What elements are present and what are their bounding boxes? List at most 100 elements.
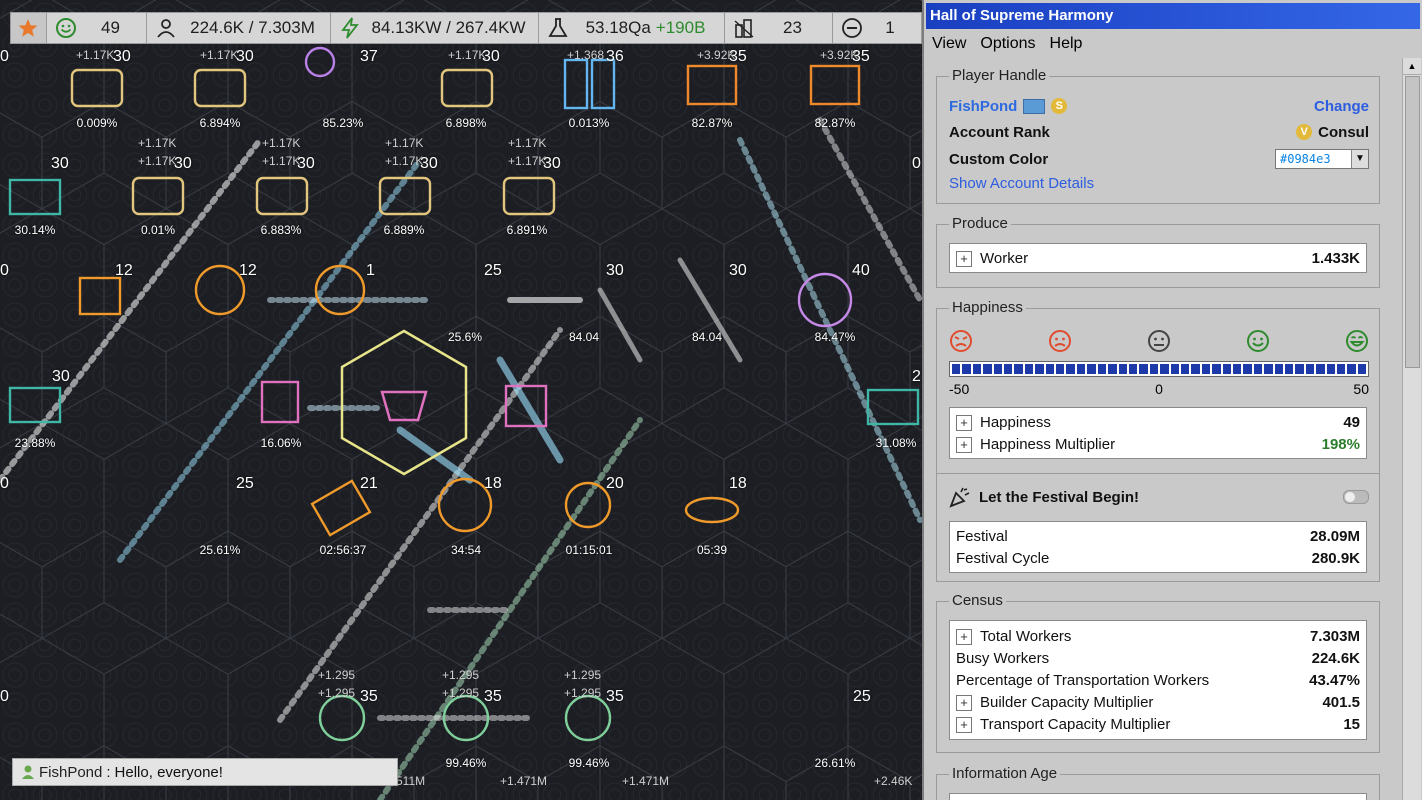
menu-bar: View Options Help bbox=[924, 31, 1422, 57]
tile-level: 30 bbox=[52, 368, 70, 385]
scroll-up-icon[interactable]: ▲ bbox=[1403, 58, 1421, 75]
income-label: 511M bbox=[396, 774, 426, 788]
tile-level: 35 bbox=[606, 688, 624, 705]
happiness-bar-segment bbox=[983, 364, 992, 374]
census-value: 15 bbox=[1343, 715, 1360, 733]
census-value: 401.5 bbox=[1322, 693, 1360, 711]
tile-level: 37 bbox=[360, 48, 378, 65]
festival-value: 28.09M bbox=[1309, 527, 1360, 545]
scale-max: 50 bbox=[1353, 381, 1369, 397]
menu-view[interactable]: View bbox=[932, 35, 966, 53]
information-age-section: Information Age bbox=[936, 765, 1380, 800]
expand-button[interactable]: + bbox=[956, 716, 972, 733]
vertical-scrollbar[interactable]: ▲ bbox=[1402, 58, 1421, 800]
tile-value: 16.06% bbox=[260, 436, 302, 450]
buildings-stat[interactable]: 23 bbox=[725, 13, 833, 43]
income-label: +1.17K bbox=[385, 154, 424, 168]
section-title: Happiness bbox=[949, 299, 1026, 316]
income-label: +1.17K bbox=[385, 136, 424, 150]
minus-stat[interactable]: 1 bbox=[833, 13, 919, 43]
tile-value: 26.61% bbox=[814, 756, 856, 770]
income-label: +1.17K bbox=[262, 154, 301, 168]
festival-toggle[interactable] bbox=[1343, 490, 1369, 504]
happiness-bar-segment bbox=[1264, 364, 1273, 374]
player-name[interactable]: FishPond bbox=[949, 98, 1017, 115]
happy-face-icon bbox=[1346, 330, 1368, 352]
happiness-bar-segment bbox=[1180, 364, 1190, 374]
window-content: Player Handle FishPond S Change Account … bbox=[924, 58, 1402, 800]
list-item: + Happiness Multiplier 198% bbox=[956, 433, 1360, 455]
festival-cycle-label: Festival Cycle bbox=[956, 549, 1050, 567]
tile-level: 35 bbox=[484, 688, 502, 705]
happiness-stat[interactable]: 49 bbox=[47, 13, 147, 43]
tile-value: 23.88% bbox=[14, 436, 56, 450]
tile-level: 18 bbox=[484, 475, 502, 492]
window-title[interactable]: Hall of Supreme Harmony bbox=[926, 3, 1420, 29]
scroll-thumb[interactable] bbox=[1405, 76, 1420, 368]
tile-value: 85.23% bbox=[322, 116, 364, 130]
rank-badge-icon: V bbox=[1296, 124, 1313, 140]
information-age-list bbox=[949, 793, 1367, 800]
happiness-list: + Happiness 49 + Happiness Multiplier 198% bbox=[949, 407, 1367, 459]
chat-message[interactable]: FishPond: Hello, everyone! bbox=[12, 758, 398, 786]
favorite-star-button[interactable] bbox=[11, 13, 47, 43]
tile-level: 0 bbox=[0, 262, 9, 279]
tile-value: 99.46% bbox=[445, 756, 487, 770]
chat-username[interactable]: FishPond bbox=[39, 764, 102, 781]
happiness-bar-segment bbox=[1097, 364, 1107, 374]
expand-button[interactable]: + bbox=[956, 414, 972, 431]
expand-button[interactable]: + bbox=[956, 250, 972, 267]
tile-level: 30 bbox=[606, 262, 624, 279]
supporter-badge-icon: S bbox=[1051, 98, 1068, 114]
custom-color-select[interactable]: #0984e3 ▼ bbox=[1275, 149, 1369, 169]
power-stat[interactable]: 84.13KW / 267.4KW bbox=[331, 13, 539, 43]
population-value: 224.6K / 7.303M bbox=[190, 18, 315, 37]
tile-value: 0.013% bbox=[568, 116, 610, 130]
population-stat[interactable]: 224.6K / 7.303M bbox=[147, 13, 331, 43]
happiness-bar-segment bbox=[1347, 364, 1356, 374]
account-rank-label: Account Rank bbox=[949, 123, 1050, 141]
tile-level: 35 bbox=[729, 48, 747, 65]
income-label: +1.17K bbox=[262, 136, 301, 150]
change-handle-link[interactable]: Change bbox=[1314, 98, 1369, 115]
income-label: +1.17K bbox=[76, 48, 115, 62]
sad-face-icon bbox=[1049, 330, 1071, 352]
income-label: +1.295 bbox=[318, 686, 356, 700]
tile-level: 30 bbox=[482, 48, 500, 65]
expand-button[interactable]: + bbox=[956, 436, 972, 453]
show-account-details-link[interactable]: Show Account Details bbox=[949, 175, 1094, 192]
happiness-bar-segment bbox=[1285, 364, 1294, 374]
income-label: +1.295 bbox=[564, 686, 602, 700]
happiness-bar-segment bbox=[993, 364, 1003, 374]
tile-level: 30 bbox=[729, 262, 747, 279]
section-title: Player Handle bbox=[949, 67, 1050, 84]
custom-color-value: #0984e3 bbox=[1280, 152, 1331, 166]
census-label: Transport Capacity Multiplier bbox=[980, 715, 1171, 733]
happiness-bar-segment bbox=[1014, 364, 1023, 374]
list-item: + Worker 1.433K bbox=[956, 247, 1360, 269]
expand-button[interactable]: + bbox=[956, 628, 972, 645]
income-label: +1.17K bbox=[508, 136, 547, 150]
happiness-bar-segment bbox=[1024, 364, 1034, 374]
expand-button[interactable]: + bbox=[956, 694, 972, 711]
tile-level: 30 bbox=[543, 155, 561, 172]
buildings-value: 23 bbox=[783, 18, 802, 37]
happiness-bar-segment bbox=[1337, 364, 1346, 374]
building-chart-icon bbox=[733, 17, 755, 39]
happiness-bar-segment bbox=[1035, 364, 1044, 374]
menu-help[interactable]: Help bbox=[1050, 35, 1083, 53]
happiness-bar-segment bbox=[1357, 364, 1367, 374]
list-item: + Happiness 49 bbox=[956, 411, 1360, 433]
income-label: +1.17K bbox=[448, 48, 487, 62]
tile-value: 6.889% bbox=[383, 223, 425, 237]
tile-value: 6.894% bbox=[199, 116, 241, 130]
science-stat[interactable]: 53.18Qa +190B bbox=[539, 13, 725, 43]
menu-options[interactable]: Options bbox=[980, 35, 1035, 53]
game-map[interactable]: 49 224.6K / 7.303M 84.13KW / 267.4KW 53.… bbox=[0, 0, 922, 800]
tile-value: 31.08% bbox=[875, 436, 917, 450]
tile-level: 36 bbox=[606, 48, 624, 65]
tile-level: 30 bbox=[420, 155, 438, 172]
tile-level: 1 bbox=[366, 262, 375, 279]
dropdown-arrow-icon[interactable]: ▼ bbox=[1351, 150, 1368, 168]
happiness-bar-segment bbox=[1222, 364, 1231, 374]
